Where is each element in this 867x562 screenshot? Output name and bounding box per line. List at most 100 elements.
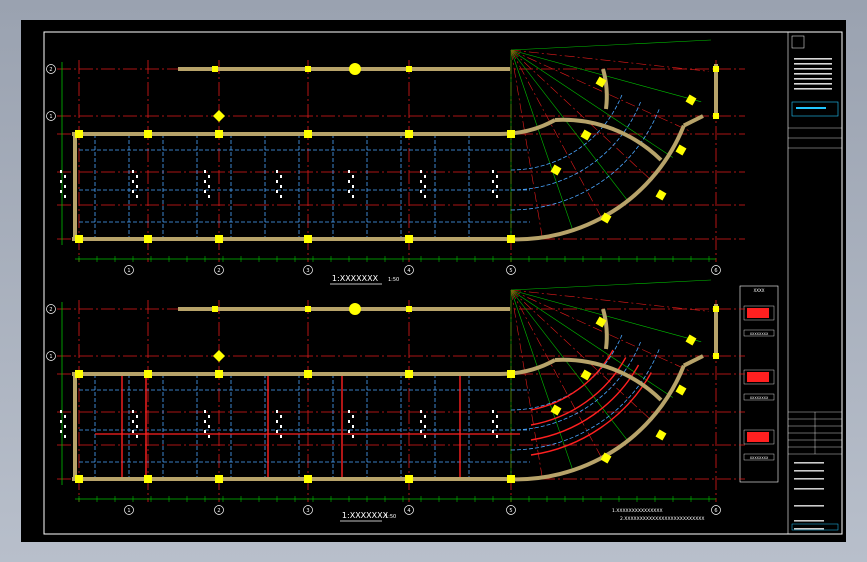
title-text-line — [794, 488, 824, 490]
radial-axis — [510, 49, 629, 202]
inner-border — [43, 31, 843, 535]
column — [713, 113, 719, 119]
dimension-text — [276, 420, 278, 423]
grid-bubble-col-label: 4 — [407, 268, 410, 274]
column-rotated — [550, 164, 562, 176]
column — [507, 130, 515, 138]
dimension-text — [496, 435, 498, 438]
grid-bubble-col-label: 3 — [306, 268, 309, 274]
diamond-column — [213, 350, 225, 362]
floor-plan-lower[interactable]: 2 1 1 2 3 4 5 6 — [46, 279, 746, 515]
dimension-text — [424, 435, 426, 438]
column-rotated — [685, 94, 697, 106]
column-rotated — [655, 189, 667, 201]
title-text-line — [794, 63, 832, 65]
dimension-text — [420, 190, 422, 193]
dimension-text — [208, 175, 210, 178]
dimension-text — [424, 415, 426, 418]
radial-axis — [510, 289, 629, 442]
grid-bubble-col-label: 6 — [714, 508, 717, 514]
legend-item-label: XXXXXXXX — [750, 332, 769, 336]
dimension-text — [420, 170, 422, 173]
dimension-text — [64, 175, 66, 178]
logo-box — [791, 35, 805, 49]
radial-axis — [510, 289, 709, 312]
dimension-text — [348, 420, 350, 423]
dimension-text — [348, 410, 350, 413]
rebar-curve — [530, 372, 652, 456]
legend-swatch — [747, 432, 769, 442]
column — [405, 130, 413, 138]
column-rotated — [655, 429, 667, 441]
column — [75, 475, 83, 483]
dimension-text — [204, 410, 206, 413]
dimension-text — [280, 195, 282, 198]
column — [406, 306, 412, 312]
column-rotated — [550, 404, 562, 416]
legend-swatch — [747, 308, 769, 318]
title-text-line — [794, 68, 832, 70]
dimension-text — [276, 430, 278, 433]
dimension-text — [352, 425, 354, 428]
note-2: 2.XXXXXXXXXXXXXXXXXXXXXXXXXX — [620, 516, 704, 522]
column — [215, 370, 223, 378]
dimension-text — [132, 410, 134, 413]
dimension-text — [352, 185, 354, 188]
column — [212, 306, 218, 312]
dimension-text — [492, 410, 494, 413]
radial-axis — [510, 49, 673, 158]
grid-bubble-col-label: 2 — [217, 508, 220, 514]
dimension-text — [132, 180, 134, 183]
dimension-text — [348, 170, 350, 173]
grid-bubble-row-label: 2 — [49, 307, 52, 313]
dimension-text — [352, 415, 354, 418]
curved-beam — [510, 100, 642, 191]
dimension-text — [276, 410, 278, 413]
wall-corner — [682, 354, 704, 368]
column — [144, 235, 152, 243]
column — [713, 353, 719, 359]
grid-bubble-col-label: 3 — [306, 508, 309, 514]
dimension-text — [492, 170, 494, 173]
column-rotated — [675, 144, 687, 156]
dimension-text — [136, 185, 138, 188]
plan-scale-lower: 1:50 — [385, 514, 396, 520]
dimension-text — [280, 425, 282, 428]
plan-title-lower: 1:XXXXXXX — [342, 511, 389, 520]
column — [144, 370, 152, 378]
title-text-line — [796, 107, 826, 109]
dimension-text — [276, 180, 278, 183]
column — [507, 235, 515, 243]
dimension-text — [420, 430, 422, 433]
grid-bubble-row-label: 1 — [49, 114, 52, 120]
title-text-line — [794, 83, 832, 85]
radial-axis — [510, 49, 574, 231]
dimension-text — [348, 430, 350, 433]
column-rotated — [580, 369, 592, 381]
dimension-text — [276, 170, 278, 173]
column-rotated — [580, 129, 592, 141]
dimension-text — [492, 180, 494, 183]
column — [305, 66, 311, 72]
dimension-text — [204, 180, 206, 183]
dimension-text — [280, 415, 282, 418]
dimension-text — [136, 195, 138, 198]
diamond-column — [213, 110, 225, 122]
floor-plan-upper[interactable]: 2 1 1 2 3 4 5 6 — [46, 39, 746, 275]
column-rotated — [675, 384, 687, 396]
grid-bubble-col-label: 2 — [217, 268, 220, 274]
column — [305, 306, 311, 312]
column — [713, 306, 719, 312]
grid-bubble-row-label: 1 — [49, 354, 52, 360]
radial-axis — [510, 289, 690, 372]
dimension-text — [208, 435, 210, 438]
dimension-text — [420, 180, 422, 183]
radial-axis — [510, 49, 690, 132]
column — [405, 235, 413, 243]
radial-axis — [510, 39, 712, 51]
column — [304, 475, 312, 483]
cad-drawing[interactable]: XXXXXXXXXXXXXXXXXXXXXXXXXXXX 211 2 3 4 5 6 21… — [0, 0, 867, 562]
dimension-text — [496, 415, 498, 418]
grid-bubble-col-label: 5 — [509, 508, 512, 514]
dimension-text — [420, 410, 422, 413]
